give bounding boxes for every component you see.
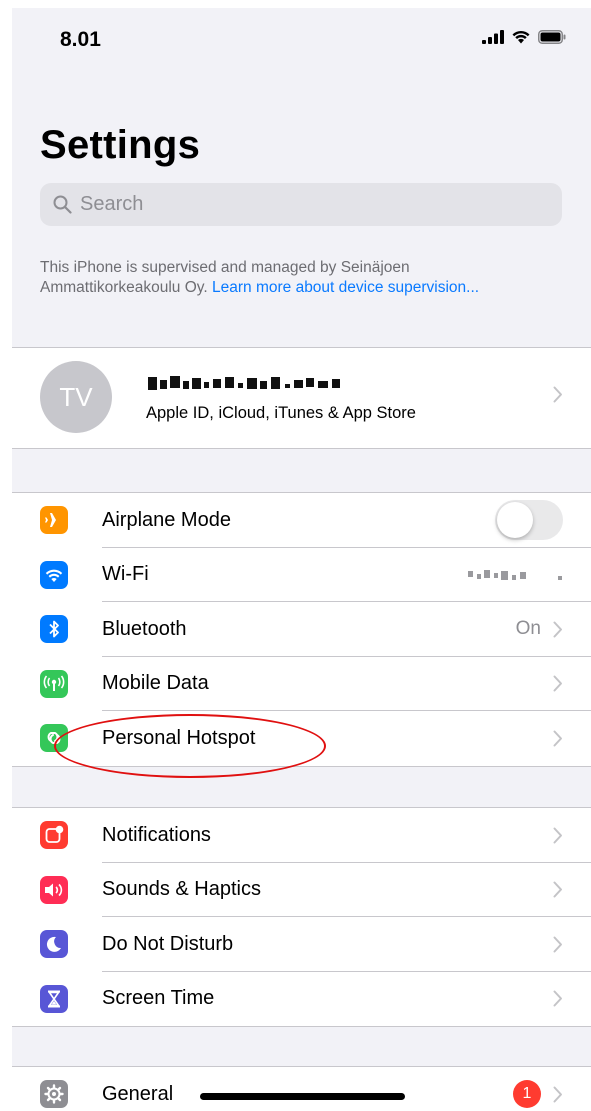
sounds-haptics-row[interactable]: Sounds & Haptics: [12, 863, 591, 917]
search-icon: [53, 195, 72, 214]
mobile-data-row[interactable]: Mobile Data: [12, 657, 591, 711]
airplane-mode-toggle[interactable]: [495, 500, 563, 541]
wifi-row[interactable]: Wi-Fi: [12, 548, 591, 602]
general-group: General 1: [12, 1066, 591, 1111]
wifi-status-icon: [512, 30, 530, 44]
general-row[interactable]: General 1: [12, 1067, 591, 1111]
general-label: General: [102, 1082, 174, 1105]
airplane-icon: [40, 506, 68, 535]
redacted-wifi-network: [468, 569, 562, 580]
general-update-badge: 1: [513, 1080, 541, 1109]
notifications-label: Notifications: [102, 823, 211, 846]
search-placeholder: Search: [80, 193, 144, 215]
do-not-disturb-label: Do Not Disturb: [102, 932, 234, 955]
chevron-right-icon: [553, 621, 562, 638]
sounds-haptics-label: Sounds & Haptics: [102, 878, 261, 901]
chevron-right-icon: [553, 730, 562, 747]
supervision-notice: This iPhone is supervised and managed by…: [40, 258, 540, 298]
hourglass-icon: [40, 984, 68, 1013]
wifi-label: Wi-Fi: [102, 563, 149, 586]
chevron-right-icon: [553, 827, 562, 844]
search-field[interactable]: Search: [40, 183, 562, 226]
airplane-mode-row[interactable]: Airplane Mode: [12, 493, 591, 548]
home-indicator[interactable]: [200, 1093, 405, 1100]
notifications-icon: [40, 821, 68, 850]
do-not-disturb-row[interactable]: Do Not Disturb: [12, 917, 591, 972]
bluetooth-label: Bluetooth: [102, 617, 187, 640]
bluetooth-status-value: On: [515, 618, 541, 640]
notifications-row[interactable]: Notifications: [12, 808, 591, 863]
gear-icon: [40, 1080, 68, 1109]
antenna-icon: [40, 669, 68, 698]
status-icons: [482, 29, 566, 44]
chevron-right-icon: [553, 936, 562, 953]
settings-screen: 8.01 Settings Search This iPhone is supe…: [12, 8, 591, 1111]
cellular-signal-icon: [482, 29, 504, 44]
airplane-mode-label: Airplane Mode: [102, 508, 231, 531]
supervision-learn-more-link[interactable]: Learn more about device supervision...: [212, 279, 479, 296]
mobile-data-label: Mobile Data: [102, 672, 209, 695]
page-title: Settings: [40, 123, 201, 167]
chevron-right-icon: [553, 386, 562, 403]
chevron-right-icon: [553, 1086, 562, 1103]
apple-id-subtitle: Apple ID, iCloud, iTunes & App Store: [146, 404, 416, 422]
screen-time-label: Screen Time: [102, 987, 215, 1010]
avatar: TV: [40, 361, 112, 433]
status-bar: 8.01: [12, 8, 591, 64]
apple-id-row[interactable]: TV Apple ID, iCloud, iTunes & App Store: [12, 347, 591, 449]
chevron-right-icon: [553, 990, 562, 1007]
alerts-group: Notifications Sounds & Haptics Do Not Di…: [12, 807, 591, 1027]
moon-icon: [40, 930, 68, 959]
battery-icon: [538, 29, 566, 44]
bluetooth-row[interactable]: Bluetooth On: [12, 602, 591, 657]
chevron-right-icon: [553, 675, 562, 692]
redacted-user-name: [148, 376, 340, 390]
chevron-right-icon: [553, 881, 562, 898]
speaker-icon: [40, 875, 68, 904]
bluetooth-icon: [40, 615, 68, 644]
status-time: 8.01: [60, 28, 101, 51]
highlight-annotation-ellipse: [54, 714, 326, 778]
wifi-icon: [40, 560, 68, 589]
toggle-knob: [497, 502, 533, 539]
screen-time-row[interactable]: Screen Time: [12, 972, 591, 1027]
